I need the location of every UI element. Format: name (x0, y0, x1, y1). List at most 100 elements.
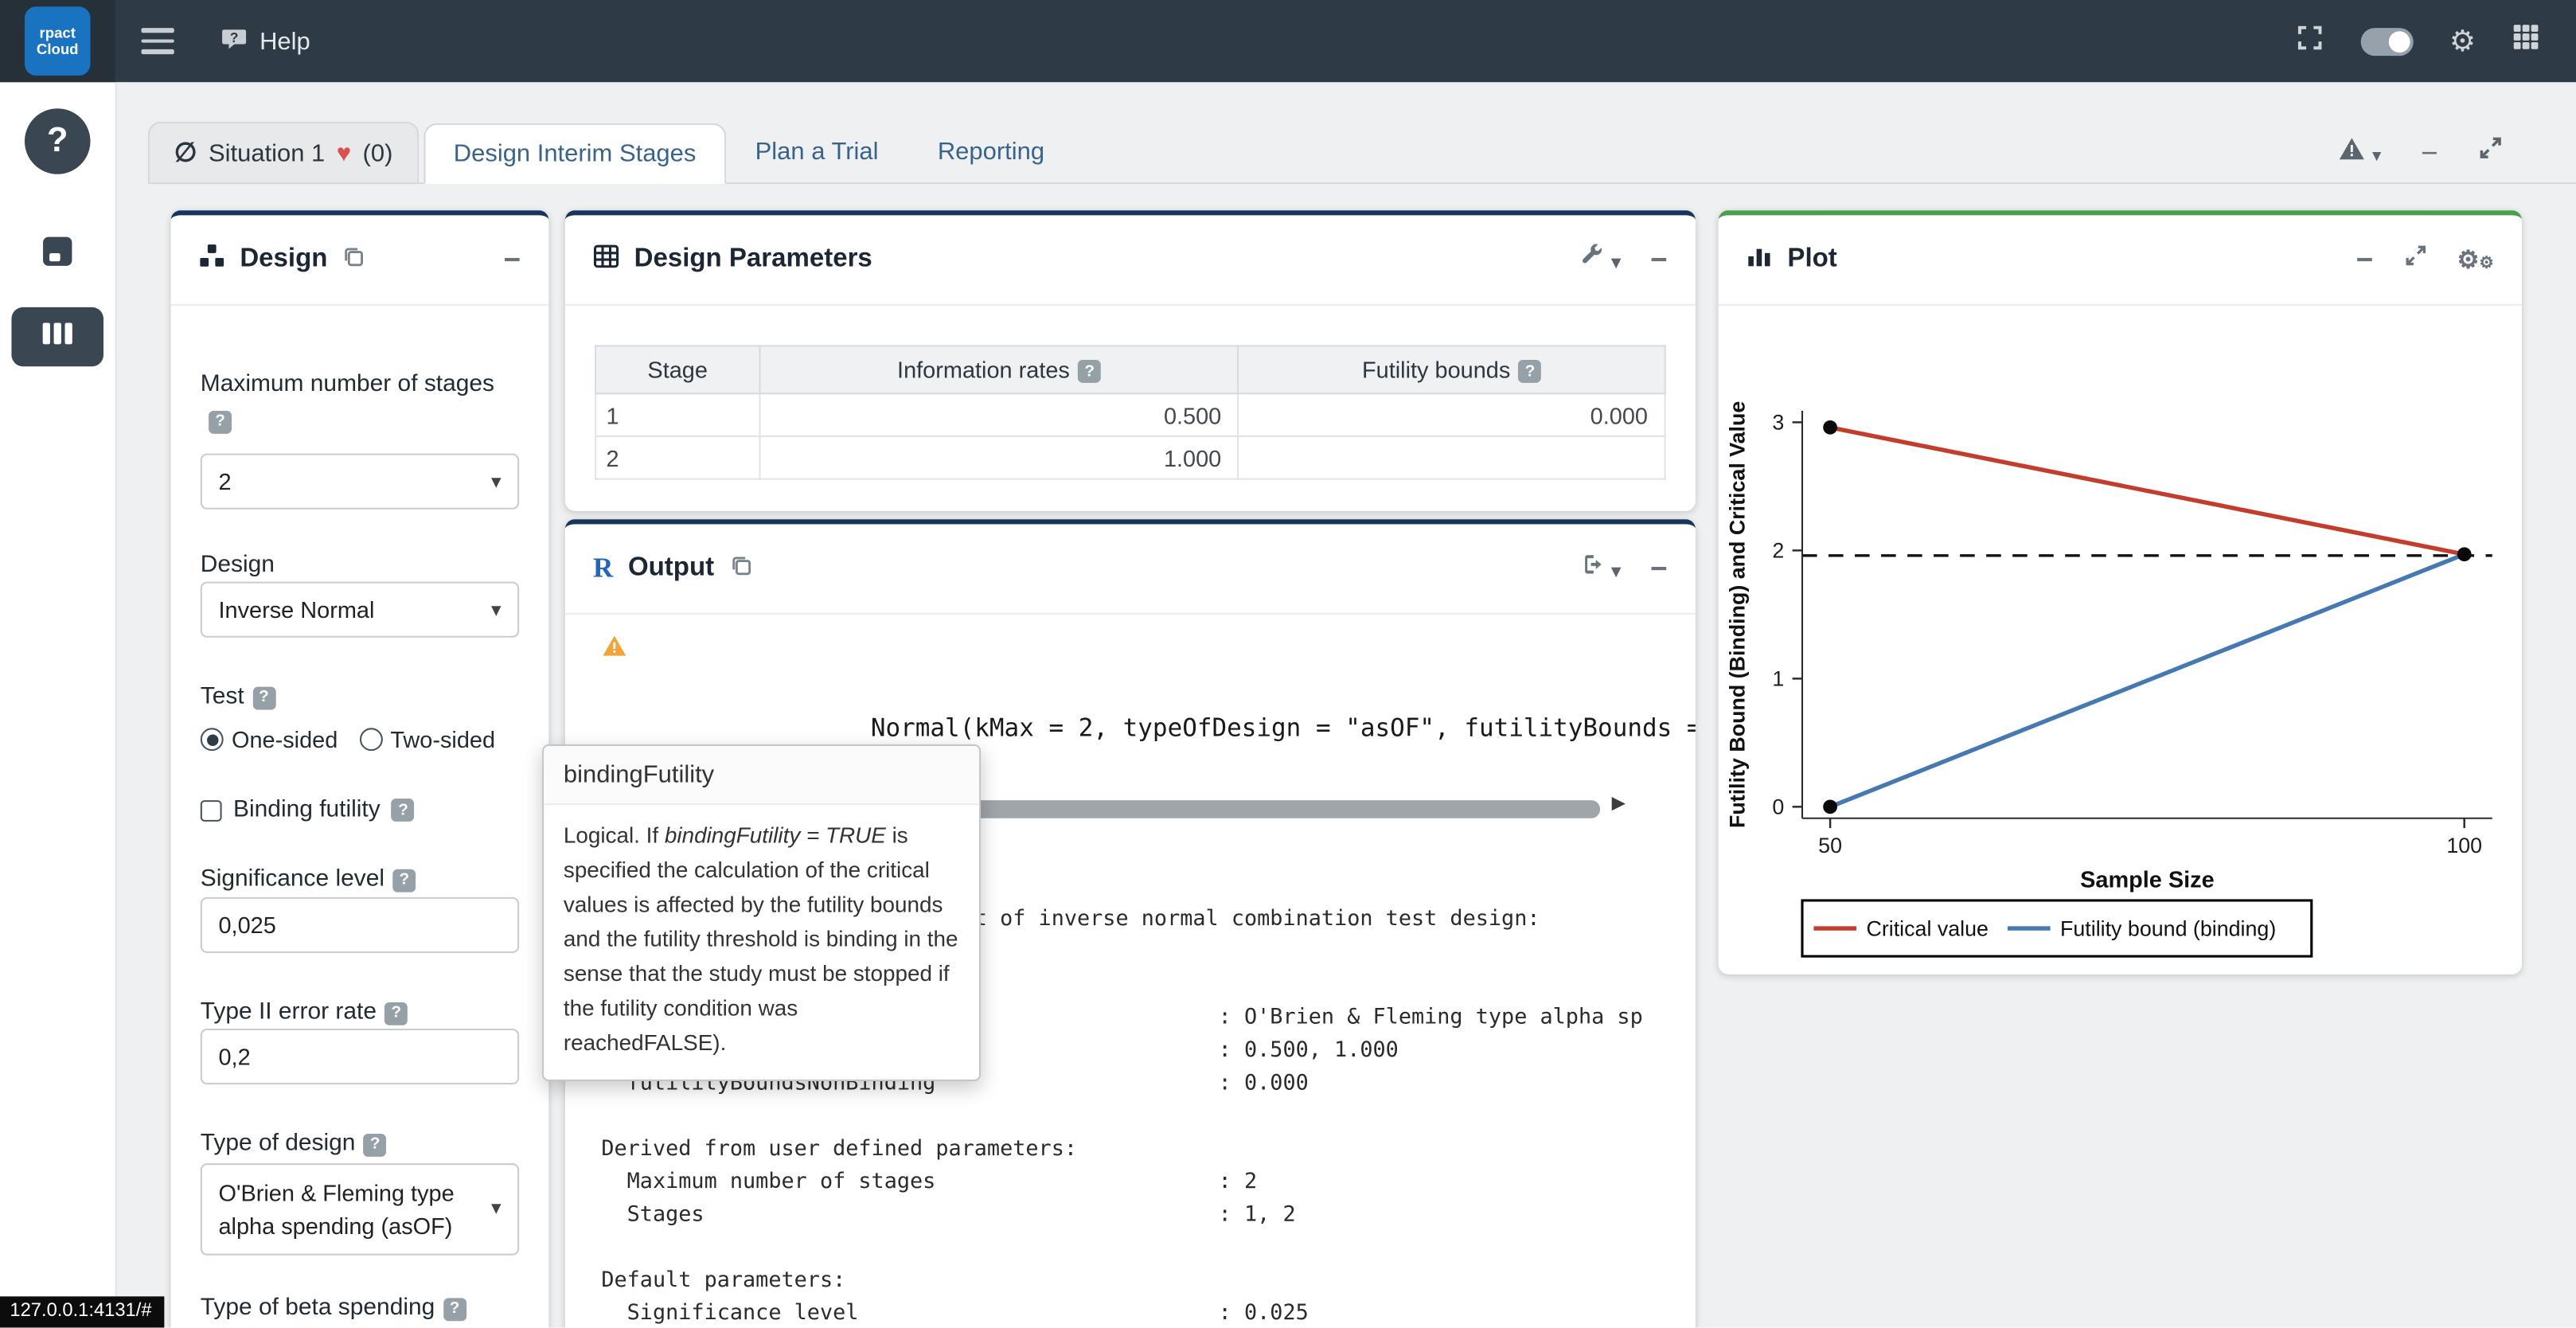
toggle-knob (2388, 30, 2410, 52)
hamburger-menu-icon[interactable] (141, 29, 174, 53)
series-line (1830, 554, 2465, 807)
sidebar-notes-icon[interactable] (40, 233, 76, 278)
left-sidebar: ? (0, 82, 117, 1327)
y-tick-label: 3 (1772, 411, 1784, 435)
chevron-down-icon: ▾ (491, 1195, 501, 1224)
tab-situation[interactable]: ∅ Situation 1 ♥ (0) (148, 122, 420, 182)
max-stages-help-icon[interactable]: ? (209, 410, 232, 433)
col-header-stage: Stage (595, 346, 759, 393)
value-cell[interactable]: 0.000 (1239, 393, 1665, 436)
caret-down-icon: ▾ (1611, 253, 1620, 273)
radio-dot (359, 728, 382, 751)
sidebar-question-icon[interactable]: ? (25, 108, 91, 174)
app-window: rpact Cloud ? Help ⚙ ? (0, 0, 2576, 1328)
binding-futility-label: Binding futility (233, 797, 381, 823)
binding-futility-tooltip: bindingFutility Logical. If bindingFutil… (542, 744, 981, 1082)
design-parameters-title: Design Parameters (634, 245, 872, 275)
wrench-dropdown[interactable]: ▾ (1579, 243, 1621, 275)
scroll-right-arrow[interactable]: ▶ (1612, 792, 1626, 814)
tab-plan-a-trial[interactable]: Plan a Trial (725, 122, 907, 182)
beta-spending-help-icon[interactable]: ? (443, 1297, 466, 1320)
value-cell[interactable]: 0.500 (759, 393, 1239, 436)
collapse-panel-icon[interactable]: − (504, 245, 521, 275)
test-radio-group: One-sided Two-sided (201, 726, 519, 752)
caret-down-icon: ▾ (2372, 146, 2381, 166)
series-line (1830, 428, 2465, 554)
caret-down-icon: ▾ (1611, 562, 1620, 582)
data-point (1823, 799, 1837, 814)
collapse-panel-icon[interactable]: − (2356, 245, 2374, 275)
tab-actions: ▾ − (2337, 135, 2504, 169)
value-cell[interactable] (1239, 436, 1665, 479)
binding-futility-row: Binding futility ? (201, 797, 519, 823)
binding-futility-help-icon[interactable]: ? (392, 799, 415, 822)
empty-set-icon: ∅ (174, 136, 197, 169)
tab-bar: ∅ Situation 1 ♥ (0) Design Interim Stage… (148, 120, 2576, 184)
max-stages-select[interactable]: 2 ▾ (201, 454, 519, 510)
output-panel-header: R Output ▾ − (565, 524, 1696, 615)
significance-label: Significance level? (201, 866, 519, 892)
value-cell[interactable]: 1.000 (759, 436, 1239, 479)
grid-apps-icon[interactable] (2512, 23, 2540, 59)
binding-futility-checkbox[interactable] (201, 799, 222, 821)
output-panel-title: Output (628, 554, 714, 584)
help-button[interactable]: ? Help (221, 24, 310, 58)
test-help-icon[interactable]: ? (252, 686, 275, 709)
x-axis-title: Sample Size (2080, 867, 2215, 892)
type-of-design-value: O'Brien & Fleming type alpha spending (a… (218, 1176, 481, 1243)
legend-label: Critical value (1866, 916, 1988, 940)
collapse-all-icon[interactable]: − (2421, 137, 2438, 166)
copy-icon[interactable] (342, 244, 365, 275)
y-tick-label: 1 (1772, 667, 1784, 691)
beta-spending-label: Type of beta spending? (201, 1295, 519, 1321)
heart-icon[interactable]: ♥ (337, 139, 351, 166)
chevron-down-icon: ▾ (491, 470, 501, 493)
tab-reporting[interactable]: Reporting (908, 122, 1075, 182)
design-parameters-header: Design Parameters ▾ − (565, 215, 1696, 306)
expand-icon[interactable] (2477, 135, 2504, 169)
test-label: Test? (201, 684, 519, 710)
tab-design-interim-stages[interactable]: Design Interim Stages (424, 123, 726, 184)
sidebar-item-active[interactable] (11, 307, 103, 366)
logo-zone[interactable]: rpact Cloud (0, 0, 115, 82)
dark-mode-toggle[interactable] (2360, 27, 2413, 55)
type-of-design-label: Type of design? (201, 1131, 519, 1157)
settings-gear-icon[interactable]: ⚙ (2449, 26, 2476, 56)
type2-help-icon[interactable]: ? (384, 1002, 408, 1025)
stage-cell: 2 (595, 436, 759, 479)
type2-input[interactable] (201, 1029, 519, 1084)
radio-one-sided[interactable]: One-sided (201, 726, 338, 752)
table-row: 10.5000.000 (595, 393, 1665, 436)
design-type-label: Design (201, 552, 519, 578)
expand-plot-icon[interactable] (2402, 243, 2427, 275)
significance-input[interactable] (201, 897, 519, 953)
warnings-dropdown[interactable]: ▾ (2337, 135, 2382, 168)
significance-help-icon[interactable]: ? (392, 869, 416, 892)
logo-line1: rpact (39, 24, 75, 41)
design-type-select[interactable]: Inverse Normal ▾ (201, 582, 519, 638)
columns-icon (40, 319, 76, 353)
help-label: Help (260, 27, 310, 55)
stage-cell: 1 (595, 393, 759, 436)
radio-two-sided[interactable]: Two-sided (359, 726, 495, 752)
futility-bounds-help-icon[interactable]: ? (1519, 360, 1542, 383)
copy-icon[interactable] (729, 553, 752, 584)
status-url: 127.0.0.1:4131/# (0, 1296, 165, 1327)
type-of-design-select[interactable]: O'Brien & Fleming type alpha spending (a… (201, 1163, 519, 1256)
design-type-value: Inverse Normal (218, 596, 374, 623)
information-rates-help-icon[interactable]: ? (1078, 360, 1101, 383)
export-dropdown[interactable]: ▾ (1579, 552, 1621, 584)
y-tick-label: 0 (1772, 795, 1784, 819)
collapse-panel-icon[interactable]: − (1650, 245, 1668, 275)
type-of-design-help-icon[interactable]: ? (364, 1133, 387, 1156)
col-header-information-rates: Information rates? (759, 346, 1239, 393)
plot-settings-gears-icon[interactable]: ⚙⚙ (2457, 245, 2494, 275)
fullscreen-icon[interactable] (2295, 22, 2324, 60)
plot-panel-header: Plot − ⚙⚙ (1719, 215, 2522, 306)
y-tick-label: 2 (1772, 539, 1784, 563)
design-panel: Design − Maximum number of stages ? 2 ▾ … (171, 210, 549, 1327)
collapse-panel-icon[interactable]: − (1650, 554, 1668, 584)
data-point (2457, 547, 2472, 561)
design-parameters-table: Stage Information rates? Futility bounds… (595, 345, 1666, 479)
design-parameters-panel: Design Parameters ▾ − Stage Information (565, 210, 1696, 511)
